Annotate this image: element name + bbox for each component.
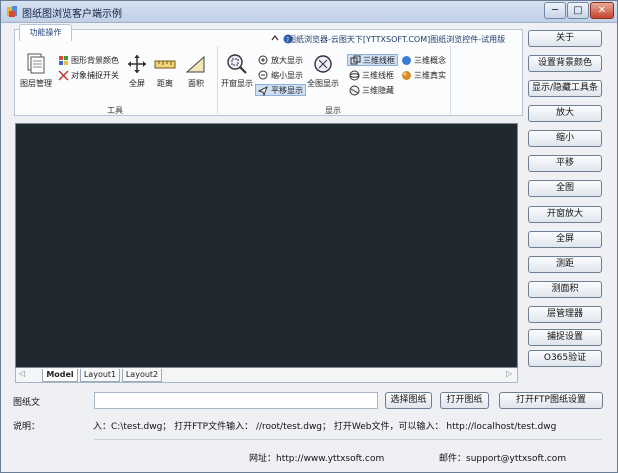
zoom-in-side-button[interactable]: 放大 [528,105,602,122]
sphere-wire-icon [349,70,360,81]
about-button[interactable]: 关于 [528,30,602,47]
distance-button[interactable]: 距离 [153,52,177,89]
full-view-label: 全图显示 [307,79,339,88]
palette-icon [58,55,69,66]
concept3d-label: 三维概念 [414,55,446,65]
title-bar: 图纸图浏览客户端示例 ─ □ ✕ [1,1,617,23]
zoom-out-button[interactable]: 缩小显示 [256,69,305,81]
bg-color-button[interactable]: 图形背景颜色 [56,54,121,66]
close-icon: ✕ [597,5,607,16]
hidden3d-label: 三维隐藏 [362,85,394,95]
pan-button[interactable]: 平移显示 [255,84,306,96]
concept3d-button[interactable]: 三维概念 [399,54,448,66]
toggle-toolbar-button[interactable]: 显示/隐藏工具条 [528,80,602,97]
snap-settings-button[interactable]: 捕捉设置 [528,329,602,346]
zoom-out-label: 缩小显示 [271,70,303,80]
full-view-button[interactable]: 全图显示 [307,52,339,89]
window-zoom-side-button[interactable]: 开窗放大 [528,206,602,223]
set-bg-color-button[interactable]: 设置背景颜色 [528,55,602,72]
layers-icon [24,52,48,76]
pan-label: 平移显示 [271,85,303,95]
footer-divider [94,439,602,440]
zoom-in-icon [258,55,269,66]
tab-scroll-right-icon[interactable]: ▷ [506,369,512,378]
area-icon [184,52,208,76]
fullscreen-side-button[interactable]: 全屏 [528,231,602,248]
layout-tab-bar: ◁ Model Layout1 Layout2 ▷ [15,368,518,383]
open-window-label: 开窗显示 [221,79,253,88]
wireframe3d-a-button[interactable]: 三维线框 [347,54,398,66]
zoom-in-button[interactable]: 放大显示 [256,54,305,66]
minimize-icon: ─ [551,5,559,16]
display-group-label: 显示 [325,106,341,115]
tab-layout1[interactable]: Layout1 [80,369,120,382]
layer-manager-label: 图层管理 [20,79,52,88]
wireframe3d-a-label: 三维线框 [363,55,395,65]
app-icon [7,6,17,17]
file-label: 图纸文 [13,398,41,408]
zoom-in-label: 放大显示 [271,55,303,65]
description-text: 入：C:\test.dwg； 打开FTP文件输入： //root/test.dw… [93,422,557,431]
sphere-concept-icon [401,55,412,66]
o365-verify-button[interactable]: O365验证 [528,350,602,367]
snap-toggle-label: 对象捕捉开关 [71,70,119,80]
close-button[interactable]: ✕ [590,2,614,19]
pan-side-button[interactable]: 平移 [528,155,602,172]
open-file-button[interactable]: 打开图纸 [440,392,489,409]
tab-layout2[interactable]: Layout2 [122,369,162,382]
tab-scroll-left-icon[interactable]: ◁ [19,369,25,378]
realistic3d-label: 三维真实 [414,70,446,80]
fullscreen-icon [125,52,149,76]
realistic3d-button[interactable]: 三维真实 [399,69,448,81]
full-view-side-button[interactable]: 全图 [528,180,602,197]
wireframe3d-b-button[interactable]: 三维线框 [347,69,396,81]
full-view-icon [311,52,335,76]
hidden3d-button[interactable]: 三维隐藏 [347,84,396,96]
open-window-button[interactable]: 开窗显示 [221,52,253,89]
snap-toggle-button[interactable]: 对象捕捉开关 [56,69,121,81]
bg-color-label: 图形背景颜色 [71,55,119,65]
layer-manager-side-button[interactable]: 层管理器 [528,306,602,323]
collapse-ribbon-icon[interactable] [271,34,279,42]
sphere-realistic-icon [401,70,412,81]
layer-manager-button[interactable]: 图层管理 [20,52,52,89]
tools-group-label: 工具 [107,106,123,115]
wireframe3d-b-label: 三维线框 [362,70,394,80]
minimize-button[interactable]: ─ [544,2,566,19]
ribbon: 功能操作 ? 图纸浏览器-云图天下[YTTXSOFT.COM]图纸浏览控件-试用… [14,24,523,116]
zoom-out-side-button[interactable]: 缩小 [528,130,602,147]
open-ftp-settings-button[interactable]: 打开FTP图纸设置 [499,392,603,409]
group-separator [217,46,218,114]
maximize-icon: □ [573,5,583,16]
zoom-out-icon [258,70,269,81]
snap-icon [58,69,69,81]
sphere-hidden-icon [349,85,360,96]
tab-function-ops[interactable]: 功能操作 [19,24,72,41]
distance-label: 距离 [157,79,173,88]
drawing-canvas[interactable] [15,123,518,368]
maximize-button[interactable]: □ [567,2,589,19]
description-label: 说明： [13,422,41,432]
pan-icon [258,85,269,96]
area-label: 面积 [188,79,204,88]
area-button[interactable]: 面积 [184,52,208,89]
ribbon-caption: 图纸浏览器-云图天下[YTTXSOFT.COM]图纸浏览控件-试用版 [288,35,506,44]
website-text: 网址：http://www.yttxsoft.com [249,454,385,464]
window-zoom-icon [225,52,249,76]
tab-model[interactable]: Model [42,369,78,382]
cube-wire-icon [350,55,361,66]
window-title: 图纸图浏览客户端示例 [22,9,122,20]
main-window: 图纸图浏览客户端示例 ─ □ ✕ 功能操作 ? 图纸浏览器-云图天下[YTTXS… [0,0,618,473]
email-text: 邮件：support@yttxsoft.com [439,454,567,464]
fullscreen-button[interactable]: 全屏 [125,52,149,89]
file-path-input[interactable] [94,392,378,409]
ruler-icon [153,52,177,76]
group-separator [450,46,451,114]
select-file-button[interactable]: 选择图纸 [385,392,432,409]
measure-area-button[interactable]: 测面积 [528,281,602,298]
measure-distance-button[interactable]: 测距 [528,256,602,273]
fullscreen-label: 全屏 [129,79,145,88]
